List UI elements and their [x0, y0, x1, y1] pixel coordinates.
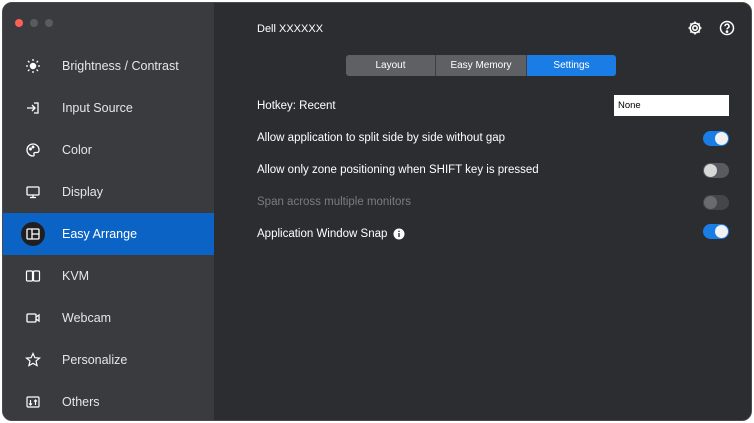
sun-icon — [22, 55, 44, 77]
window-snap-label: Application Window Snap — [257, 228, 388, 240]
window-title: Dell XXXXXX — [257, 23, 324, 35]
sidebar-item-label: Others — [62, 395, 100, 409]
toggle-knob — [704, 164, 717, 177]
split-side-by-side-label: Allow application to split side by side … — [257, 132, 506, 144]
window-snap-row: Application Window Snap — [257, 228, 405, 240]
toggle-knob — [715, 225, 728, 238]
sidebar-item-label: Webcam — [62, 311, 112, 325]
shift-zone-positioning-label: Allow only zone positioning when SHIFT k… — [257, 164, 539, 176]
span-monitors-toggle — [703, 195, 729, 210]
sidebar-item-kvm[interactable]: KVM — [3, 255, 214, 297]
help-icon[interactable] — [719, 20, 735, 36]
header-icons — [687, 20, 735, 36]
split-side-by-side-toggle[interactable] — [703, 131, 729, 146]
window-controls — [15, 19, 53, 27]
sidebar-item-webcam[interactable]: Webcam — [3, 297, 214, 339]
sidebar-nav: Brightness / Contrast Input Source Color… — [3, 45, 214, 420]
monitor-icon — [22, 181, 44, 203]
shift-zone-positioning-toggle[interactable] — [703, 163, 729, 178]
span-monitors-label: Span across multiple monitors — [257, 196, 412, 208]
app-window: Brightness / Contrast Input Source Color… — [2, 2, 752, 421]
input-source-icon — [22, 97, 44, 119]
maximize-window-button[interactable] — [45, 19, 53, 27]
sidebar-item-label: Color — [62, 143, 92, 157]
tab-easy-memory[interactable]: Easy Memory — [436, 55, 527, 76]
sidebar-item-brightness-contrast[interactable]: Brightness / Contrast — [3, 45, 214, 87]
main-panel: Dell XXXXXX Layout Easy Memory Settings … — [214, 3, 751, 420]
sidebar-item-label: Easy Arrange — [62, 227, 138, 241]
others-icon — [22, 391, 44, 413]
hotkey-select[interactable]: None — [614, 95, 729, 116]
color-palette-icon — [22, 139, 44, 161]
tab-bar: Layout Easy Memory Settings — [346, 55, 616, 76]
close-window-button[interactable] — [15, 19, 23, 27]
sidebar-item-display[interactable]: Display — [3, 171, 214, 213]
sidebar-item-personalize[interactable]: Personalize — [3, 339, 214, 381]
star-icon — [22, 349, 44, 371]
easy-arrange-icon — [21, 222, 45, 246]
tab-settings[interactable]: Settings — [527, 55, 616, 76]
sidebar-item-color[interactable]: Color — [3, 129, 214, 171]
info-icon[interactable] — [393, 228, 405, 240]
sidebar: Brightness / Contrast Input Source Color… — [3, 3, 214, 420]
sidebar-item-input-source[interactable]: Input Source — [3, 87, 214, 129]
sidebar-item-label: Brightness / Contrast — [62, 59, 179, 73]
webcam-icon — [22, 307, 44, 329]
minimize-window-button[interactable] — [30, 19, 38, 27]
sidebar-item-easy-arrange[interactable]: Easy Arrange — [3, 213, 214, 255]
gear-icon[interactable] — [687, 20, 703, 36]
window-snap-toggle[interactable] — [703, 224, 729, 239]
tab-layout[interactable]: Layout — [346, 55, 436, 76]
sidebar-item-others[interactable]: Others — [3, 381, 214, 420]
sidebar-item-label: Display — [62, 185, 103, 199]
kvm-icon — [22, 265, 44, 287]
sidebar-item-label: KVM — [62, 269, 90, 283]
toggle-knob — [715, 132, 728, 145]
sidebar-item-label: Personalize — [62, 353, 128, 367]
sidebar-item-label: Input Source — [62, 101, 133, 115]
hotkey-label: Hotkey: Recent — [257, 100, 336, 112]
toggle-knob — [704, 196, 717, 209]
